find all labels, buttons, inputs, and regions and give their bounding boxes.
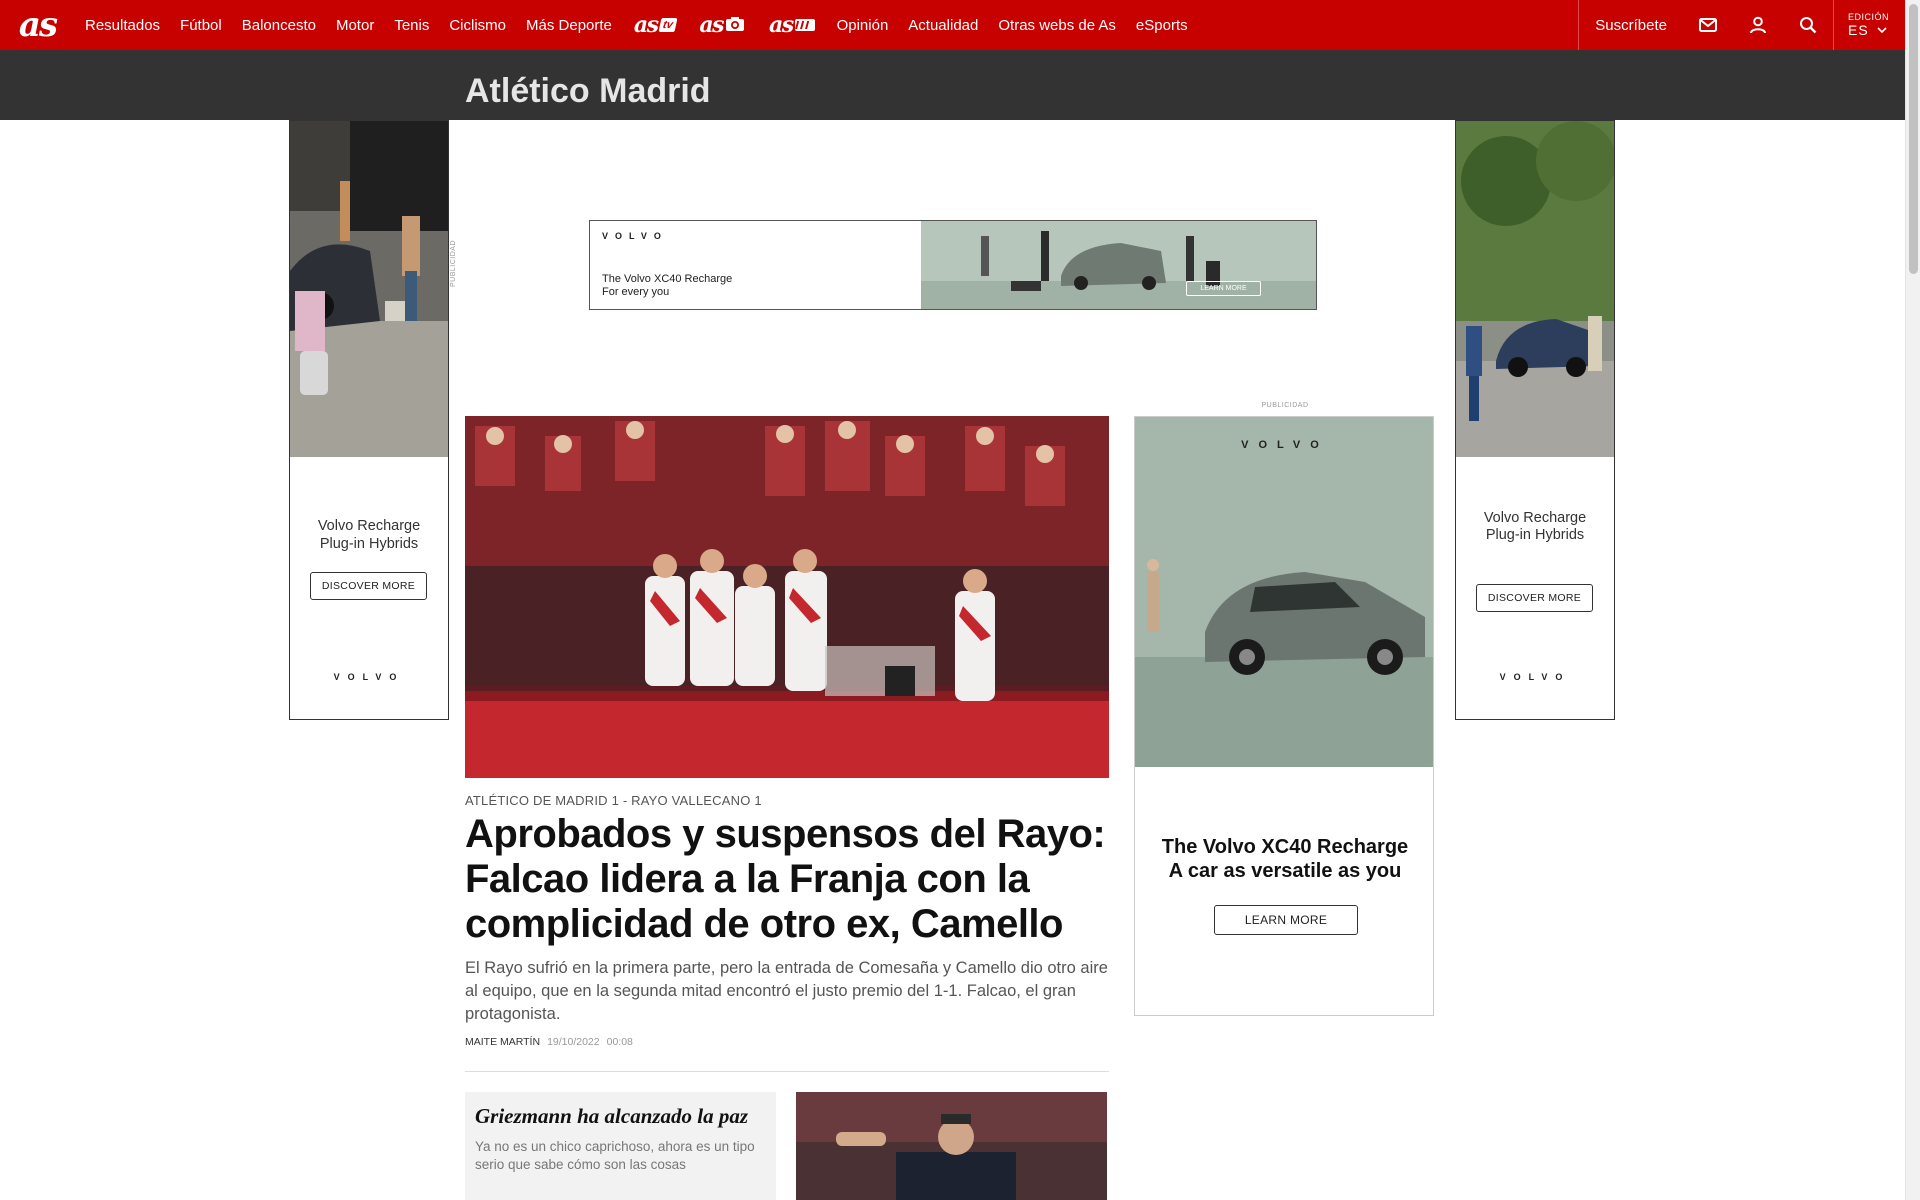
ad-right-volvo-logo: VOLVO <box>1499 672 1571 682</box>
article-byline: Maite Martín 19/10/2022 00:08 <box>465 1036 633 1048</box>
leader-ad-text-panel: VOLVO The Volvo XC40 Recharge For every … <box>590 221 920 309</box>
leader-ad-tagline: The Volvo XC40 Recharge For every you <box>602 273 732 299</box>
leaderboard-ad[interactable]: VOLVO The Volvo XC40 Recharge For every … <box>589 220 1317 310</box>
opinion-card-title[interactable]: Griezmann ha alcanzado la paz <box>475 1104 766 1128</box>
leader-ad-line1: The Volvo XC40 Recharge <box>602 273 733 285</box>
search-icon[interactable] <box>1783 0 1833 50</box>
brand-as-text: as <box>633 12 659 38</box>
ad-right-line2: Plug-in Hybrids <box>1485 527 1585 543</box>
box-ad[interactable]: VOLVO The Volvo XC40 Recharge A car as v… <box>1134 416 1434 1016</box>
section-bar <box>0 50 1905 120</box>
leader-ad-line2: For every you <box>602 286 670 298</box>
pub-label: PUBLICIDAD <box>1261 402 1309 409</box>
ad-left-line1: Volvo Recharge <box>317 518 421 534</box>
leader-ad-volvo-logo: VOLVO <box>602 231 668 241</box>
article-author[interactable]: Maite Martín <box>465 1036 540 1048</box>
edition-selector[interactable]: EDICIÓN ES <box>1832 0 1905 50</box>
nav-right: Suscríbete EDICIÓN ES <box>1578 0 1905 50</box>
nav-opinion[interactable]: Opinión <box>827 17 899 34</box>
box-ad-photo <box>1135 417 1433 767</box>
box-ad-line2: A car as versatile as you <box>1168 860 1402 882</box>
right-side-ad[interactable]: Volvo Recharge Plug-in Hybrids DISCOVER … <box>1455 120 1615 720</box>
edition-label: EDICIÓN <box>1847 12 1889 22</box>
box-ad-learn-button[interactable]: LEARN MORE <box>1214 905 1358 935</box>
nav-motor[interactable]: Motor <box>326 17 384 34</box>
nav-tenis[interactable]: Tenis <box>384 17 439 34</box>
article-headline[interactable]: Aprobados y suspensos del Rayo: Falcao l… <box>465 812 1115 947</box>
scrollbar-thumb[interactable] <box>1909 4 1918 274</box>
nav-futbol[interactable]: Fútbol <box>170 17 232 34</box>
nav-mas-deporte[interactable]: Más Deporte <box>516 17 622 34</box>
article-divider <box>465 1071 1109 1072</box>
nav-as-tv[interactable]: as tv <box>622 12 687 38</box>
brand-as-text: as <box>699 12 724 38</box>
nav-resultados[interactable]: Resultados <box>75 17 170 34</box>
article-kicker[interactable]: ATLÉTICO DE MADRID 1 - RAYO VALLECANO 1 <box>465 793 762 808</box>
article-summary: El Rayo sufrió en la primera parte, pero… <box>465 959 1108 1023</box>
subscribe-link[interactable]: Suscríbete <box>1578 0 1683 50</box>
camera-icon <box>725 12 745 38</box>
nav-as-foto[interactable]: as <box>687 12 757 38</box>
article-date: 19/10/2022 <box>547 1036 600 1048</box>
box-ad-headline: The Volvo XC40 Recharge A car as versati… <box>1135 835 1433 883</box>
user-icon[interactable] <box>1733 0 1783 50</box>
pub-label-vertical: PUBLICIDAD <box>450 240 457 288</box>
edition-value: ES <box>1848 22 1889 38</box>
main-nav: Resultados Fútbol Baloncesto Motor Tenis… <box>75 0 1198 50</box>
opinion-card-text: Ya no es un chico caprichoso, ahora es u… <box>475 1139 755 1172</box>
ad-left-line2: Plug-in Hybrids <box>319 536 419 552</box>
edition-code: ES <box>1847 22 1869 38</box>
top-nav: as Resultados Fútbol Baloncesto Motor Te… <box>0 0 1905 50</box>
ad-right-line1: Volvo Recharge <box>1483 510 1587 526</box>
as-logo[interactable]: as <box>0 0 75 50</box>
leader-ad-learn-button[interactable]: LEARN MORE <box>1186 281 1261 296</box>
nav-ciclismo[interactable]: Ciclismo <box>439 17 516 34</box>
section-title[interactable]: Atlético Madrid <box>465 72 711 111</box>
news-card-image[interactable] <box>796 1092 1107 1200</box>
color-stripes-icon <box>794 12 815 38</box>
nav-as-color[interactable]: as <box>757 12 827 38</box>
ad-photo-street <box>1456 121 1614 457</box>
ad-left-volvo-logo: VOLVO <box>333 672 405 682</box>
nav-esports[interactable]: eSports <box>1126 17 1198 34</box>
article-main-image[interactable] <box>465 416 1109 778</box>
brand-as-text: as <box>768 12 794 38</box>
article-time: 00:08 <box>606 1036 633 1048</box>
opinion-card[interactable]: Griezmann ha alcanzado la paz Ya no es u… <box>465 1092 776 1200</box>
mail-icon[interactable] <box>1683 0 1733 50</box>
ad-right-discover-button[interactable]: DISCOVER MORE <box>1476 584 1593 612</box>
tv-badge: tv <box>658 18 677 32</box>
left-side-ad[interactable]: Volvo Recharge Plug-in Hybrids DISCOVER … <box>289 120 449 720</box>
nav-actualidad[interactable]: Actualidad <box>898 17 988 34</box>
chevron-down-icon <box>1877 27 1887 33</box>
nav-baloncesto[interactable]: Baloncesto <box>232 17 326 34</box>
nav-otras-webs[interactable]: Otras webs de As <box>988 17 1126 34</box>
ad-left-discover-button[interactable]: DISCOVER MORE <box>310 572 427 600</box>
ad-photo-family <box>290 121 448 457</box>
page-scrollbar[interactable] <box>1905 0 1920 1200</box>
box-ad-line1: The Volvo XC40 Recharge <box>1161 836 1409 858</box>
box-ad-volvo-logo: VOLVO <box>1241 439 1329 451</box>
